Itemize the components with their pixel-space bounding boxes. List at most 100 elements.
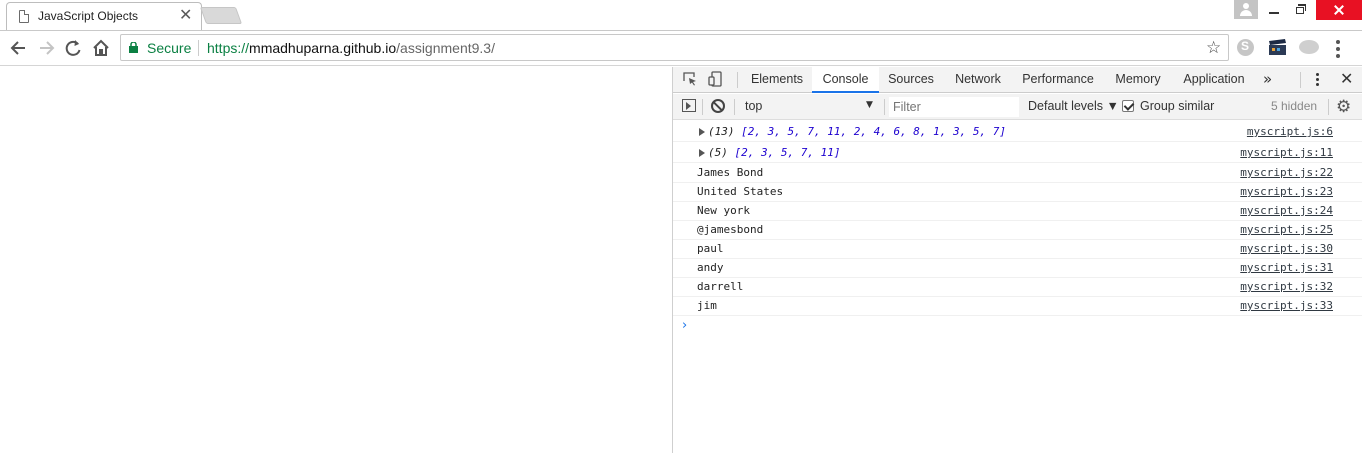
- inspect-element-icon[interactable]: [683, 72, 697, 86]
- message-array[interactable]: (5) [2, 3, 5, 7, 11]: [708, 146, 840, 159]
- window-minimize-button[interactable]: [1263, 0, 1285, 20]
- console-message: jim myscript.js:33: [673, 297, 1362, 316]
- console-message-list: (13) [2, 3, 5, 7, 11, 2, 4, 6, 8, 1, 3, …: [673, 121, 1362, 453]
- context-value: top: [745, 99, 763, 113]
- menu-dot-icon: [1316, 73, 1319, 76]
- group-similar-label[interactable]: Group similar: [1140, 99, 1214, 113]
- array-length: (13): [708, 125, 735, 138]
- chevron-down-icon: ▼: [866, 100, 873, 110]
- window-close-button[interactable]: [1316, 0, 1362, 20]
- devtools-tab-bar: Elements Console Sources Network Perform…: [673, 67, 1362, 93]
- menu-dot-icon: [1316, 83, 1319, 86]
- devtools-close-icon[interactable]: ✕: [1340, 70, 1353, 88]
- user-head-icon: [1243, 3, 1249, 9]
- message-source-link[interactable]: myscript.js:30: [1240, 242, 1333, 255]
- tab-application[interactable]: Application: [1176, 67, 1252, 92]
- new-tab-button[interactable]: [199, 7, 243, 24]
- tab-close-icon[interactable]: ✕: [179, 6, 192, 24]
- web-page-viewport: [0, 67, 672, 453]
- bookmark-star-icon[interactable]: ☆: [1206, 38, 1221, 58]
- url-scheme: https://: [207, 40, 250, 56]
- more-tabs-icon[interactable]: »: [1263, 69, 1272, 89]
- message-source-link[interactable]: myscript.js:31: [1240, 261, 1333, 274]
- message-text: andy: [697, 261, 724, 274]
- toolbar-separator: [734, 99, 735, 115]
- window-restore-button[interactable]: [1290, 0, 1312, 20]
- message-text: jim: [697, 299, 717, 312]
- message-source-link[interactable]: myscript.js:25: [1240, 223, 1333, 236]
- toolbar-separator: [737, 72, 738, 88]
- reload-button[interactable]: [62, 38, 84, 58]
- tab-console[interactable]: Console: [812, 67, 879, 93]
- vpn-extension-icon[interactable]: [1299, 40, 1319, 54]
- message-source-link[interactable]: myscript.js:32: [1240, 280, 1333, 293]
- clapperboard-extension-icon[interactable]: [1268, 39, 1287, 56]
- execution-context-select[interactable]: top ▼: [739, 97, 877, 117]
- expand-triangle-icon[interactable]: [699, 149, 705, 157]
- message-source-link[interactable]: myscript.js:22: [1240, 166, 1333, 179]
- array-values: [2, 3, 5, 7, 11, 2, 4, 6, 8, 1, 3, 5, 7]: [741, 125, 1007, 138]
- menu-dot-icon: [1336, 40, 1340, 44]
- device-toolbar-icon[interactable]: [708, 71, 722, 87]
- tab-memory[interactable]: Memory: [1108, 67, 1168, 92]
- console-sidebar-toggle-icon[interactable]: [682, 99, 696, 112]
- message-source-link[interactable]: myscript.js:23: [1240, 185, 1333, 198]
- console-filter-input[interactable]: [889, 97, 1019, 117]
- message-source-link[interactable]: myscript.js:33: [1240, 299, 1333, 312]
- browser-menu-icon[interactable]: [1335, 40, 1341, 58]
- console-message: paul myscript.js:30: [673, 240, 1362, 259]
- reload-icon: [65, 40, 81, 56]
- group-similar-checkbox[interactable]: [1122, 100, 1134, 112]
- console-prompt-icon[interactable]: ›: [682, 319, 687, 333]
- restore-back-icon: [1298, 4, 1306, 11]
- console-message[interactable]: (13) [2, 3, 5, 7, 11, 2, 4, 6, 8, 1, 3, …: [673, 123, 1362, 142]
- console-message[interactable]: (5) [2, 3, 5, 7, 11] myscript.js:11: [673, 144, 1362, 163]
- browser-tab[interactable]: JavaScript Objects ✕: [6, 2, 202, 30]
- devtools-menu-icon[interactable]: [1316, 73, 1320, 87]
- back-button[interactable]: [8, 38, 30, 58]
- omnibox-separator: [198, 40, 199, 56]
- log-levels-select[interactable]: Default levels ▼: [1028, 99, 1119, 113]
- message-source-link[interactable]: myscript.js:24: [1240, 204, 1333, 217]
- message-text: @jamesbond: [697, 223, 764, 236]
- console-toolbar: top ▼ Default levels ▼ Group similar 5 h…: [673, 94, 1362, 120]
- message-text: James Bond: [697, 166, 764, 179]
- message-array[interactable]: (13) [2, 3, 5, 7, 11, 2, 4, 6, 8, 1, 3, …: [708, 125, 1006, 138]
- message-source-link[interactable]: myscript.js:11: [1240, 146, 1333, 159]
- forward-button[interactable]: [35, 38, 57, 58]
- menu-dot-icon: [1316, 78, 1319, 81]
- console-settings-icon[interactable]: ⚙: [1336, 97, 1351, 117]
- page-favicon-icon: [19, 10, 29, 23]
- tab-elements[interactable]: Elements: [746, 67, 808, 92]
- console-message: @jamesbond myscript.js:25: [673, 221, 1362, 240]
- array-values: [2, 3, 5, 7, 11]: [734, 146, 841, 159]
- tab-network[interactable]: Network: [948, 67, 1008, 92]
- profile-user-icon[interactable]: [1234, 0, 1258, 19]
- expand-triangle-icon[interactable]: [699, 128, 705, 136]
- url-text[interactable]: https://mmadhuparna.github.io/assignment…: [207, 40, 495, 56]
- skype-extension-icon[interactable]: [1237, 39, 1254, 56]
- lock-icon: [129, 42, 138, 53]
- console-message: andy myscript.js:31: [673, 259, 1362, 278]
- array-length: (5): [708, 146, 728, 159]
- message-text: darrell: [697, 280, 744, 293]
- url-host: mmadhuparna.github.io: [249, 40, 397, 56]
- hidden-messages-count: 5 hidden: [1271, 99, 1318, 113]
- forward-arrow-icon: [40, 41, 55, 55]
- message-text: United States: [697, 185, 784, 198]
- console-message: James Bond myscript.js:22: [673, 164, 1362, 183]
- toolbar-separator: [702, 99, 703, 115]
- menu-dot-icon: [1336, 54, 1340, 58]
- tab-sources[interactable]: Sources: [883, 67, 939, 92]
- toolbar-separator: [1328, 99, 1329, 115]
- address-bar[interactable]: Secure https://mmadhuparna.github.io/ass…: [120, 34, 1229, 61]
- secure-label[interactable]: Secure: [147, 40, 191, 56]
- url-path: /assignment9.3/: [396, 40, 495, 56]
- message-source-link[interactable]: myscript.js:6: [1247, 125, 1333, 138]
- toolbar-separator: [884, 99, 885, 115]
- home-button[interactable]: [90, 38, 112, 58]
- menu-dot-icon: [1336, 47, 1340, 51]
- message-text: New york: [697, 204, 750, 217]
- clear-console-icon[interactable]: [711, 99, 725, 113]
- tab-performance[interactable]: Performance: [1017, 67, 1099, 92]
